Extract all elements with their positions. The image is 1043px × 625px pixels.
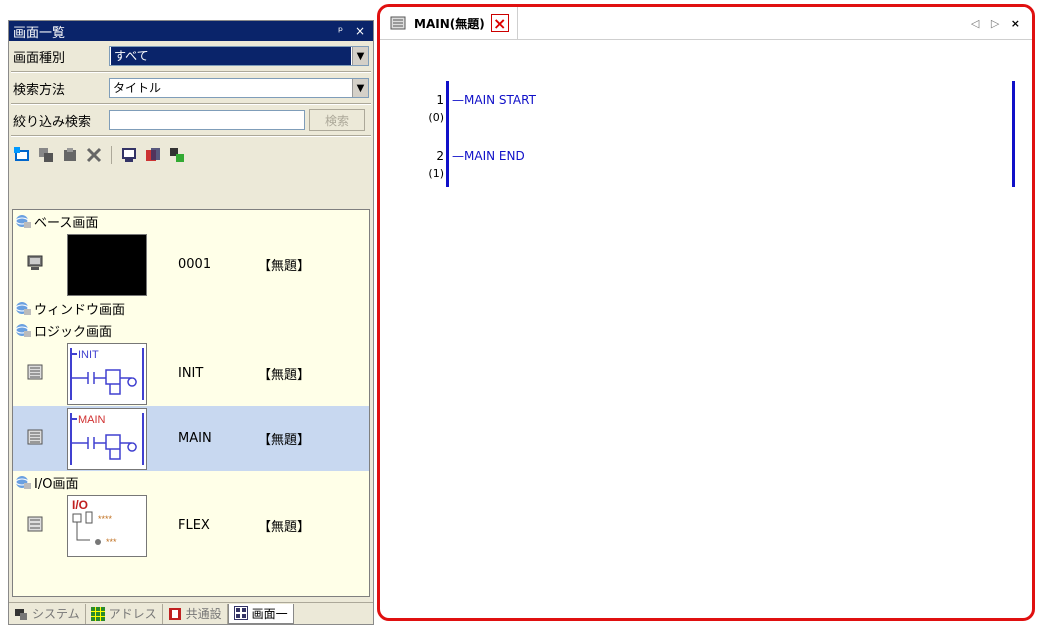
io-screen-icon <box>27 516 47 536</box>
category-label: ベース画面 <box>34 215 99 231</box>
rung-position: (0) <box>428 111 444 124</box>
screen-number: 0001 <box>178 257 212 272</box>
search-method-select[interactable]: タイトル ▼ <box>109 78 369 98</box>
list-item[interactable]: INIT INIT 【無題】 <box>13 341 369 406</box>
tab-label: アドレス <box>108 607 157 621</box>
tab-scroll-arrows[interactable]: ◁ ▷ <box>971 17 1003 30</box>
tab-system[interactable]: システム <box>9 603 86 624</box>
filter-row: 絞り込み検索 検索 <box>9 105 373 135</box>
category-label: ロジック画面 <box>34 324 113 340</box>
screen-title: 【無題】 <box>258 433 311 448</box>
screen-toolbar <box>9 137 373 173</box>
category-window[interactable]: ウィンドウ画面 <box>13 297 369 319</box>
category-label: ウィンドウ画面 <box>34 302 126 318</box>
screen-list-icon <box>233 606 248 620</box>
new-screen-icon[interactable] <box>13 146 31 164</box>
screen-number: MAIN <box>178 431 212 446</box>
screen-title: 【無題】 <box>258 368 311 383</box>
globe-icon <box>15 302 31 315</box>
screen-title: 【無題】 <box>258 259 311 274</box>
panel-titlebar: 画面一覧 ᵖ × <box>9 21 373 41</box>
bottom-tab-strip: システム アドレス 共通設 画面一 <box>9 602 373 624</box>
panel-title: 画面一覧 <box>13 25 66 41</box>
screen-number: FLEX <box>178 518 210 533</box>
logic-screen-icon <box>27 429 47 449</box>
list-item[interactable]: I/O **** *** FLEX 【無題】 <box>13 493 369 558</box>
search-method-row: 検索方法 タイトル ▼ <box>9 73 373 103</box>
screen-tree-list[interactable]: ベース画面 0001 【無題】 ウィンドウ画面 ロジック画面 INIT INIT… <box>12 209 370 597</box>
logic-screen-icon <box>390 16 406 30</box>
toolbar-separator <box>111 146 112 164</box>
globe-icon <box>15 324 31 337</box>
chevron-down-icon[interactable]: ▼ <box>352 47 368 65</box>
properties-icon[interactable] <box>144 146 162 164</box>
chevron-down-icon[interactable]: ▼ <box>352 79 368 97</box>
screen-list-panel: 画面一覧 ᵖ × 画面種別 すべて ▼ 検索方法 タイトル ▼ 絞り込み検索 検… <box>8 20 374 625</box>
tab-label: MAIN(無題) <box>414 16 485 31</box>
screen-type-row: 画面種別 すべて ▼ <box>9 41 373 71</box>
tab-screen-list[interactable]: 画面一 <box>227 603 294 624</box>
thumb-label: I/O <box>72 498 88 512</box>
tab-common-settings[interactable]: 共通設 <box>163 603 228 624</box>
filter-label: 絞り込み検索 <box>13 114 92 130</box>
screen-type-value: すべて <box>111 47 351 65</box>
tab-address[interactable]: アドレス <box>86 603 163 624</box>
screen-title: 【無題】 <box>258 520 311 535</box>
screen-thumbnail <box>67 233 147 296</box>
io-thumbnail: I/O **** *** <box>67 494 147 557</box>
rung-position: (1) <box>428 167 444 180</box>
logic-screen-icon <box>27 364 47 384</box>
list-item[interactable]: 0001 【無題】 <box>13 232 369 297</box>
io-row-text: **** <box>98 514 113 524</box>
thumb-label: INIT <box>78 349 99 361</box>
tab-label: システム <box>32 607 80 621</box>
editor-tab-bar: MAIN(無題) × ◁ ▷ × <box>380 7 1032 40</box>
close-tab-button[interactable]: × <box>490 14 509 33</box>
rung-number: 2 <box>436 149 444 163</box>
rung-label: MAIN START <box>452 93 536 107</box>
screen-type-label: 画面種別 <box>13 50 66 66</box>
search-method-label: 検索方法 <box>13 82 66 98</box>
grid-icon <box>90 606 105 621</box>
logic-editor-panel: MAIN(無題) × ◁ ▷ × 1 (0) MAIN START 2 (1) … <box>377 4 1035 621</box>
rung-number: 1 <box>436 93 444 107</box>
screen-number: INIT <box>178 366 204 381</box>
copy-screen-icon[interactable] <box>37 146 55 164</box>
rung-label: MAIN END <box>452 149 525 163</box>
display-icon[interactable] <box>120 146 138 164</box>
close-icon[interactable]: × <box>355 24 369 38</box>
close-all-icon[interactable]: × <box>1011 17 1024 30</box>
screen-type-select[interactable]: すべて ▼ <box>109 46 369 66</box>
category-io[interactable]: I/O画面 <box>13 471 369 493</box>
globe-icon <box>15 215 31 228</box>
tab-label: 共通設 <box>185 607 222 621</box>
tab-label: 画面一 <box>251 606 288 621</box>
list-item-selected[interactable]: MAIN MAIN 【無題】 <box>13 406 369 471</box>
left-power-rail <box>446 81 449 187</box>
tab-main[interactable]: MAIN(無題) × <box>380 7 518 40</box>
tab-nav: ◁ ▷ × <box>971 17 1024 30</box>
thumb-label: MAIN <box>78 414 106 426</box>
search-method-value: タイトル <box>113 81 162 95</box>
ladder-diagram[interactable]: 1 (0) MAIN START 2 (1) MAIN END <box>380 43 1032 613</box>
ladder-thumbnail: INIT <box>67 342 147 405</box>
category-base[interactable]: ベース画面 <box>13 210 369 232</box>
ladder-thumbnail: MAIN <box>67 407 147 470</box>
paste-screen-icon[interactable] <box>61 146 79 164</box>
pin-icon[interactable]: ᵖ <box>338 24 347 38</box>
jump-icon[interactable] <box>168 146 186 164</box>
panel-pin-close-buttons[interactable]: ᵖ × <box>338 24 369 38</box>
base-screen-icon <box>27 255 47 275</box>
search-button[interactable]: 検索 <box>309 109 365 131</box>
book-icon <box>168 607 181 620</box>
category-logic[interactable]: ロジック画面 <box>13 319 369 341</box>
system-icon <box>15 608 27 620</box>
category-label: I/O画面 <box>34 476 79 492</box>
globe-icon <box>15 476 31 489</box>
delete-icon[interactable] <box>85 146 103 164</box>
io-row-text: *** <box>106 537 117 547</box>
filter-input[interactable] <box>109 110 305 130</box>
right-power-rail <box>1012 81 1015 187</box>
